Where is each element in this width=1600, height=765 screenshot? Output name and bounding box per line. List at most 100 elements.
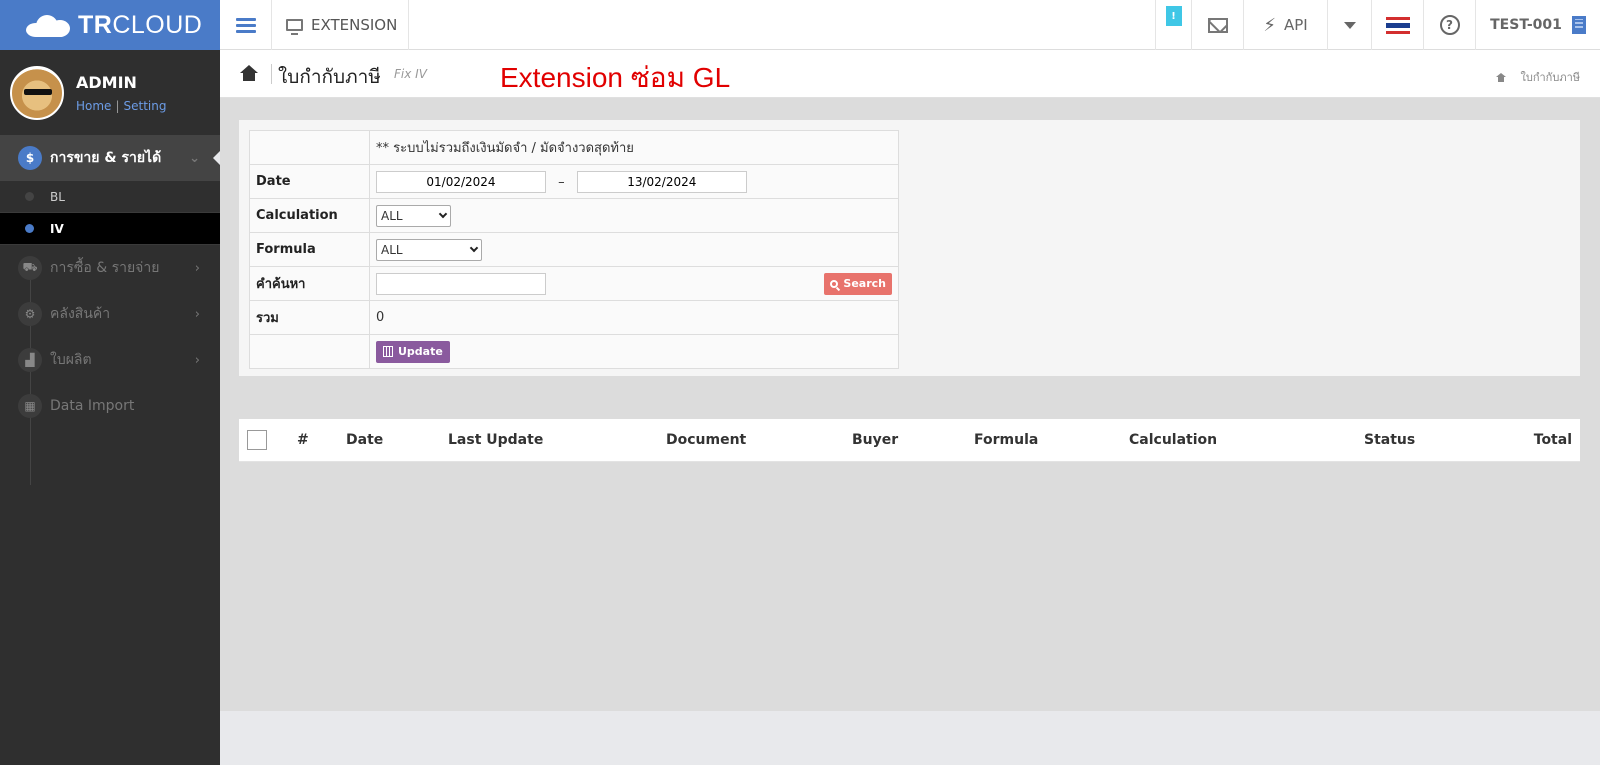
- calculation-label: Calculation: [249, 198, 370, 233]
- home-icon[interactable]: [1496, 72, 1507, 82]
- cloud-icon: [26, 13, 72, 37]
- calculation-select-value: ALL: [381, 208, 403, 223]
- select-all-checkbox[interactable]: [247, 430, 267, 450]
- api-button[interactable]: ⚡ API: [1243, 0, 1327, 50]
- calculation-select[interactable]: ALL: [376, 204, 451, 227]
- chevron-right-icon: ›: [194, 260, 200, 276]
- sidebar-item-purchases[interactable]: ⛟ การซื้อ & รายจ่าย ›: [0, 245, 220, 291]
- notification-button[interactable]: !: [1155, 0, 1191, 50]
- extension-tab[interactable]: EXTENSION: [272, 0, 409, 50]
- monitor-icon: [286, 19, 303, 35]
- column-header-status[interactable]: Status: [1364, 432, 1415, 448]
- dropdown-button[interactable]: [1327, 0, 1371, 50]
- page-subtitle: Fix IV: [394, 67, 427, 81]
- brand-logo[interactable]: TRCLOUD: [0, 0, 220, 50]
- user-panel: ADMIN Home | Setting: [0, 50, 220, 135]
- page-title: ใบกำกับภาษี: [278, 66, 381, 88]
- column-header-total[interactable]: Total: [1534, 432, 1572, 448]
- column-header-number[interactable]: #: [297, 432, 309, 448]
- filter-form: ** ระบบไม่รวมถึงเงินมัดจำ / มัดจำงวดสุดท…: [249, 130, 899, 369]
- dollar-icon: $: [18, 146, 42, 170]
- table-icon: ▦: [18, 394, 42, 418]
- sidebar: ADMIN Home | Setting $ การขาย & รายได้ ⌄ B…: [0, 50, 220, 765]
- column-header-buyer[interactable]: Buyer: [852, 432, 898, 448]
- date-label: Date: [249, 164, 370, 199]
- envelope-icon: [1207, 17, 1228, 33]
- chevron-down-icon: [438, 209, 448, 218]
- sidebar-subitem-bl[interactable]: BL: [0, 181, 220, 213]
- form-note: ** ระบบไม่รวมถึงเงินมัดจำ / มัดจำงวดสุดท…: [369, 130, 899, 165]
- sidebar-item-label: ใบผลิต: [50, 352, 92, 368]
- help-button[interactable]: ?: [1423, 0, 1475, 50]
- chevron-down-icon: [469, 243, 479, 252]
- extension-tab-label: EXTENSION: [311, 16, 398, 34]
- plug-icon: ⚡: [1263, 14, 1276, 36]
- search-button-label: Search: [843, 277, 886, 290]
- cubes-icon: ⚙: [18, 302, 42, 326]
- building-icon: [1571, 16, 1586, 34]
- column-header-document[interactable]: Document: [666, 432, 746, 448]
- search-input[interactable]: [376, 272, 546, 295]
- bullet-icon: [25, 224, 34, 233]
- sidebar-item-sales[interactable]: $ การขาย & รายได้ ⌄: [0, 135, 220, 181]
- sidebar-item-label: Data Import: [50, 398, 135, 414]
- company-button[interactable]: TEST-001: [1475, 0, 1600, 50]
- hamburger-icon: [235, 15, 256, 36]
- chevron-right-icon: ›: [194, 352, 200, 368]
- chevron-right-icon: ›: [194, 306, 200, 322]
- results-table-header: # Date Last Update Document Buyer Formul…: [239, 419, 1580, 462]
- chevron-down-icon: ⌄: [189, 150, 200, 166]
- date-from-input[interactable]: [376, 170, 546, 193]
- user-name: ADMIN: [76, 72, 137, 92]
- language-button[interactable]: [1371, 0, 1423, 50]
- extension-note: Extension ซ่อม GL: [500, 62, 731, 93]
- sidebar-subitem-iv[interactable]: IV: [0, 213, 220, 245]
- date-to-input[interactable]: [576, 170, 747, 193]
- top-bar: TRCLOUD EXTENSION ! ⚡ API ? TEST-001: [0, 0, 1600, 50]
- filter-panel: ** ระบบไม่รวมถึงเงินมัดจำ / มัดจำงวดสุดท…: [239, 120, 1580, 376]
- search-label: คำค้นหา: [249, 266, 370, 301]
- search-icon: [830, 279, 839, 288]
- cart-icon: ⛟: [18, 256, 42, 280]
- breadcrumb-item[interactable]: ใบกำกับภาษี: [1520, 68, 1580, 86]
- sidebar-item-inventory[interactable]: ⚙ คลังสินค้า ›: [0, 291, 220, 337]
- column-header-date[interactable]: Date: [346, 432, 383, 448]
- caret-down-icon: [1343, 21, 1356, 29]
- column-header-calculation[interactable]: Calculation: [1129, 432, 1217, 448]
- sidebar-item-production[interactable]: ▟ ใบผลิต ›: [0, 337, 220, 383]
- sidebar-item-label: การขาย & รายได้: [50, 150, 162, 166]
- setting-link[interactable]: Setting: [123, 99, 166, 113]
- search-button[interactable]: Search: [824, 272, 892, 295]
- company-name: TEST-001: [1490, 17, 1562, 33]
- home-icon[interactable]: [240, 65, 258, 81]
- notification-badge: !: [1165, 6, 1182, 26]
- footer-area: [220, 711, 1600, 765]
- formula-label: Formula: [249, 232, 370, 267]
- calculator-icon: [383, 346, 393, 357]
- formula-select[interactable]: ALL: [376, 238, 482, 261]
- sidebar-subitem-label: BL: [50, 189, 65, 204]
- factory-icon: ▟: [18, 348, 42, 372]
- bullet-icon: [25, 192, 34, 201]
- update-button-label: Update: [398, 345, 443, 358]
- column-header-last-update[interactable]: Last Update: [448, 432, 543, 448]
- total-value: 0: [369, 300, 899, 335]
- breadcrumb: ใบกำกับภาษี: [1496, 68, 1580, 86]
- sidebar-item-label: การซื้อ & รายจ่าย: [50, 260, 160, 276]
- date-separator: –: [558, 174, 565, 190]
- column-header-formula[interactable]: Formula: [974, 432, 1038, 448]
- formula-select-value: ALL: [381, 242, 403, 257]
- menu-toggle-button[interactable]: [220, 0, 272, 50]
- divider: [271, 64, 272, 84]
- brand-text: TRCLOUD: [78, 10, 203, 39]
- avatar[interactable]: [10, 65, 64, 120]
- mail-button[interactable]: [1191, 0, 1243, 50]
- update-button[interactable]: Update: [376, 340, 450, 363]
- sidebar-item-data-import[interactable]: ▦ Data Import: [0, 383, 220, 429]
- main-content: ** ระบบไม่รวมถึงเงินมัดจำ / มัดจำงวดสุดท…: [220, 98, 1600, 711]
- total-label: รวม: [249, 300, 370, 335]
- sidebar-item-label: คลังสินค้า: [50, 306, 111, 322]
- sidebar-subitem-label: IV: [50, 221, 64, 236]
- home-link[interactable]: Home: [76, 99, 111, 113]
- api-label: API: [1283, 16, 1308, 34]
